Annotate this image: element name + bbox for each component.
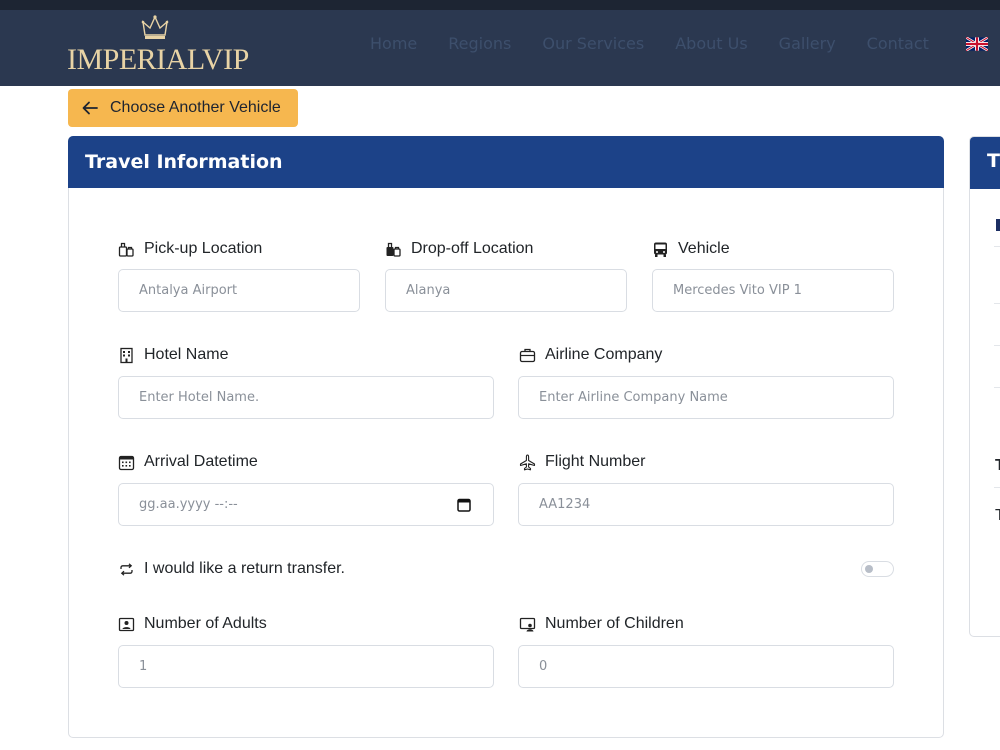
arrow-left-icon <box>82 101 98 115</box>
nav-regions[interactable]: Regions <box>448 34 511 53</box>
side-card-text: T <box>995 507 1000 525</box>
hotel-name-input[interactable]: Enter Hotel Name. <box>118 376 494 419</box>
dropoff-location-label: Drop-off Location <box>384 240 533 258</box>
flight-number-input[interactable]: AA1234 <box>518 483 894 526</box>
number-of-children-label: Number of Children <box>518 615 684 633</box>
hotel-name-label: Hotel Name <box>117 346 228 364</box>
bus-icon <box>651 240 669 258</box>
calendar-picker-icon[interactable] <box>457 498 471 512</box>
number-of-adults-label: Number of Adults <box>117 615 267 633</box>
dropoff-location-input[interactable]: Alanya <box>385 269 627 312</box>
main-nav: Home Regions Our Services About Us Galle… <box>370 34 960 53</box>
person-screen-icon <box>518 615 536 633</box>
number-of-children-input[interactable]: 0 <box>518 645 894 688</box>
choose-another-vehicle-button[interactable]: Choose Another Vehicle <box>68 89 298 127</box>
nav-our-services[interactable]: Our Services <box>542 34 644 53</box>
side-card-marker <box>996 219 1000 231</box>
nav-home[interactable]: Home <box>370 34 417 53</box>
luggage-icon <box>117 240 135 258</box>
toggle-knob <box>865 565 873 573</box>
return-transfer-label: I would like a return transfer. <box>117 560 345 578</box>
travel-information-title: Travel Information <box>68 136 944 188</box>
top-strip <box>0 0 1000 10</box>
pickup-location-input[interactable]: Antalya Airport <box>118 269 360 312</box>
summary-side-card: T T T <box>969 136 1000 637</box>
nav-gallery[interactable]: Gallery <box>779 34 836 53</box>
uk-flag-icon[interactable] <box>966 37 988 51</box>
vehicle-label: Vehicle <box>651 240 730 258</box>
briefcase-icon <box>518 346 536 364</box>
brand-wordmark: IMPERIALVIP <box>67 43 249 76</box>
arrival-datetime-label: Arrival Datetime <box>117 453 258 471</box>
crown-icon <box>141 15 169 39</box>
pickup-location-label: Pick-up Location <box>117 240 262 258</box>
building-icon <box>117 346 135 364</box>
brand-logo[interactable]: IMPERIALVIP <box>66 13 249 83</box>
calendar-icon <box>117 453 135 471</box>
airplane-icon <box>518 453 536 471</box>
choose-another-vehicle-label: Choose Another Vehicle <box>110 99 281 116</box>
vehicle-input[interactable]: Mercedes Vito VIP 1 <box>652 269 894 312</box>
side-divider <box>994 487 1000 488</box>
person-badge-icon <box>117 615 135 633</box>
luggage-icon <box>384 240 402 258</box>
number-of-adults-input[interactable]: 1 <box>118 645 494 688</box>
airline-company-label: Airline Company <box>518 346 662 364</box>
flight-number-label: Flight Number <box>518 453 645 471</box>
side-divider <box>994 387 1000 388</box>
side-divider <box>994 246 1000 247</box>
nav-about-us[interactable]: About Us <box>675 34 747 53</box>
repeat-icon <box>117 560 135 578</box>
nav-contact[interactable]: Contact <box>867 34 929 53</box>
arrival-datetime-placeholder: gg.aa.yyyy --:-- <box>139 497 238 512</box>
side-card-title: T <box>970 137 1000 189</box>
navbar: IMPERIALVIP Home Regions Our Services Ab… <box>0 10 1000 86</box>
side-divider <box>994 303 1000 304</box>
return-transfer-toggle[interactable] <box>861 561 894 577</box>
airline-company-input[interactable]: Enter Airline Company Name <box>518 376 894 419</box>
side-divider <box>994 345 1000 346</box>
arrival-datetime-input[interactable]: gg.aa.yyyy --:-- <box>118 483 494 526</box>
side-card-text: T <box>995 457 1000 475</box>
